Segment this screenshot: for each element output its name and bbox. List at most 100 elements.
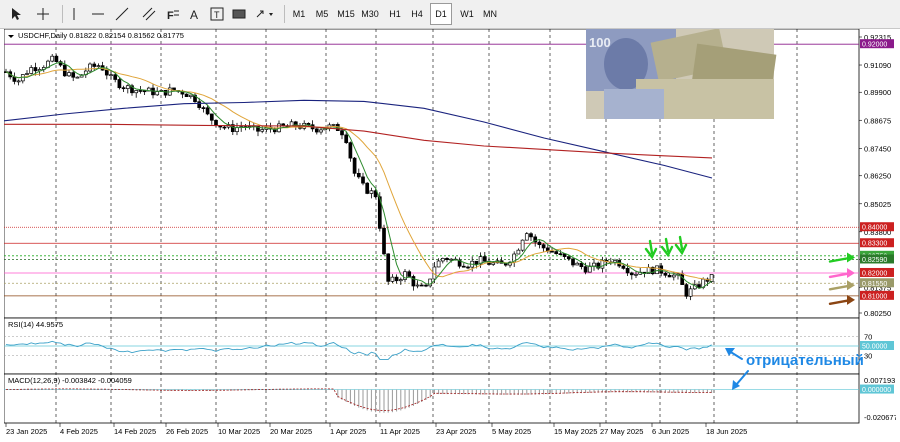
- price-label: 0.91090: [864, 61, 891, 70]
- candle-body: [621, 265, 626, 269]
- date-label: 6 Jun 2025: [652, 427, 689, 436]
- cursor-icon[interactable]: [6, 3, 26, 25]
- candle-body: [613, 260, 617, 263]
- candle-body: [436, 260, 441, 268]
- candle-body: [634, 273, 638, 276]
- timeframe-h1-button[interactable]: H1: [384, 3, 406, 25]
- candle-body: [445, 257, 449, 260]
- date-label: 26 Feb 2025: [166, 427, 208, 436]
- candle-body: [201, 107, 206, 109]
- trendline-icon[interactable]: [112, 3, 132, 25]
- candle-body: [331, 124, 336, 126]
- timeframe-h4-button[interactable]: H4: [406, 3, 428, 25]
- equidistant-channel-icon[interactable]: [138, 3, 160, 25]
- candle-body: [629, 272, 634, 276]
- candle-body: [554, 251, 559, 255]
- timeframe-w1-button[interactable]: W1: [456, 3, 478, 25]
- candle-body: [344, 134, 349, 143]
- date-label: 23 Apr 2025: [436, 427, 476, 436]
- svg-text:F: F: [167, 10, 174, 21]
- currency-photo: 100: [586, 29, 777, 119]
- date-label: 20 Mar 2025: [270, 427, 312, 436]
- vertical-line-icon[interactable]: [66, 3, 82, 25]
- timeframe-m30-button[interactable]: M30: [358, 3, 382, 25]
- date-label: 4 Feb 2025: [60, 427, 98, 436]
- price-marker-label: 0.81550: [862, 281, 887, 288]
- candle-body: [184, 93, 189, 97]
- candle-body: [365, 182, 370, 194]
- text-label-icon[interactable]: T: [206, 3, 228, 25]
- candle-body: [697, 284, 701, 288]
- price-marker-label: 0.92000: [862, 42, 887, 49]
- price-marker-label: 0.84000: [862, 225, 887, 232]
- candle-body: [424, 284, 428, 287]
- text-tool-icon[interactable]: A: [184, 3, 204, 25]
- candle-body: [680, 273, 685, 285]
- price-label: 0.88675: [864, 116, 891, 125]
- price-chart[interactable]: 100 USDCHF,Daily 0.81822 0.82154 0.81562 …: [4, 29, 896, 442]
- candle-body: [348, 142, 353, 159]
- annotation-text: отрицательный: [746, 352, 864, 369]
- rectangle-icon[interactable]: [228, 3, 250, 25]
- candle-body: [75, 76, 80, 79]
- candle-body: [684, 284, 689, 297]
- candle-body: [197, 101, 202, 108]
- chart-toolbar: F A T M1 M5 M15 M30 H1 H4 D1 W1 MN: [0, 0, 900, 29]
- arrows-menu-icon[interactable]: [252, 3, 278, 25]
- timeframe-d1-button[interactable]: D1: [430, 3, 452, 25]
- candle-body: [529, 233, 533, 238]
- candle-body: [104, 69, 109, 76]
- candle-body: [419, 284, 424, 287]
- candle-body: [491, 262, 496, 265]
- crosshair-icon[interactable]: [32, 3, 54, 25]
- candle-body: [356, 172, 361, 178]
- candle-body: [382, 227, 386, 255]
- fibonacci-icon[interactable]: F: [162, 3, 184, 25]
- date-label: 10 Mar 2025: [218, 427, 260, 436]
- candle-body: [25, 73, 29, 75]
- timeframe-m1-button[interactable]: M1: [288, 3, 310, 25]
- price-marker-label: 0.81000: [862, 293, 887, 300]
- horizontal-line-icon[interactable]: [88, 3, 108, 25]
- candle-body: [163, 89, 168, 96]
- candle-body: [571, 258, 575, 266]
- candle-body: [12, 76, 17, 82]
- candle-body: [209, 113, 214, 121]
- candle-body: [537, 241, 542, 246]
- candle-body: [361, 176, 365, 184]
- macd-label: MACD(12,26,9) -0.003842 -0.004059: [8, 376, 132, 385]
- rsi-scale-label: 30: [864, 352, 872, 361]
- svg-text:A: A: [190, 8, 198, 21]
- timeframe-m5-button[interactable]: M5: [310, 3, 334, 25]
- candle-body: [50, 55, 55, 62]
- price-marker-label: 0.83300: [862, 241, 887, 248]
- candle-body: [54, 55, 59, 63]
- candle-body: [260, 129, 265, 132]
- candle-body: [117, 79, 122, 89]
- candle-body: [663, 272, 668, 276]
- price-label: 0.89900: [864, 88, 891, 97]
- candle-body: [92, 63, 97, 67]
- candle-body: [688, 288, 693, 297]
- timeframe-m15-button[interactable]: M15: [334, 3, 358, 25]
- svg-text:T: T: [214, 10, 220, 20]
- candle-body: [29, 67, 34, 74]
- candle-body: [33, 67, 38, 72]
- macd-scale-label: 0.007193: [864, 376, 895, 385]
- candle-body: [482, 256, 487, 262]
- candle-body: [466, 266, 470, 269]
- candle-body: [125, 85, 130, 89]
- candle-body: [121, 87, 126, 90]
- candle-body: [625, 268, 630, 274]
- date-label: 27 May 2025: [600, 427, 643, 436]
- candle-body: [67, 72, 71, 77]
- rsi-label: RSI(14) 44.9575: [8, 320, 63, 329]
- candle-body: [390, 276, 395, 282]
- timeframe-mn-button[interactable]: MN: [478, 3, 502, 25]
- swiss-banknote: [604, 89, 664, 119]
- date-label: 5 May 2025: [492, 427, 531, 436]
- price-marker-label: 0.82590: [862, 257, 887, 264]
- candle-body: [474, 260, 479, 265]
- candle-body: [671, 274, 676, 278]
- macd-scale-label: 0.000000: [862, 387, 891, 394]
